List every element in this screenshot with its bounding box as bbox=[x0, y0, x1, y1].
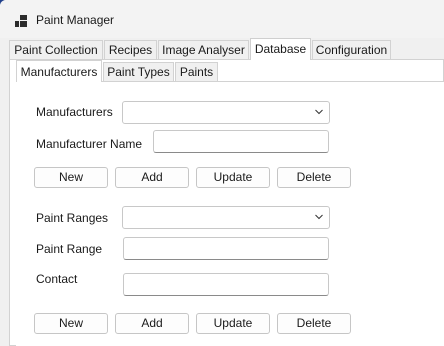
app-windows-icon bbox=[15, 15, 27, 27]
manufacturer-add-button[interactable]: Add bbox=[115, 167, 189, 188]
subtab-manufacturers[interactable]: Manufacturers bbox=[16, 60, 102, 82]
window-title: Paint Manager bbox=[36, 13, 115, 27]
manufacturer-update-button[interactable]: Update bbox=[196, 167, 270, 188]
paint-range-new-button[interactable]: New bbox=[34, 313, 108, 334]
manufacturers-combobox[interactable] bbox=[122, 101, 330, 124]
manufacturer-name-input[interactable] bbox=[153, 130, 329, 153]
manufacturer-delete-button[interactable]: Delete bbox=[277, 167, 351, 188]
app-window: Paint Manager Paint Collection Recipes I… bbox=[0, 0, 444, 346]
manufacturer-new-button[interactable]: New bbox=[34, 167, 108, 188]
subtab-paints[interactable]: Paints bbox=[175, 62, 218, 81]
chevron-down-icon bbox=[315, 214, 323, 220]
paint-ranges-label: Paint Ranges bbox=[36, 211, 109, 225]
tab-recipes[interactable]: Recipes bbox=[104, 40, 157, 59]
tab-database[interactable]: Database bbox=[250, 38, 311, 60]
subtab-paint-types[interactable]: Paint Types bbox=[103, 62, 174, 81]
contact-label: Contact bbox=[36, 272, 78, 286]
paint-range-update-button[interactable]: Update bbox=[196, 313, 270, 334]
title-bar[interactable]: Paint Manager bbox=[0, 0, 444, 38]
tab-paint-collection[interactable]: Paint Collection bbox=[9, 40, 103, 59]
contact-input[interactable] bbox=[123, 273, 329, 296]
tab-image-analyser[interactable]: Image Analyser bbox=[158, 40, 249, 59]
manufacturers-panel: Manufacturers Manufacturer Name New Add … bbox=[16, 81, 444, 346]
paint-ranges-combobox[interactable] bbox=[122, 206, 330, 229]
database-tab-panel: Manufacturers Paint Types Paints Manufac… bbox=[9, 59, 444, 346]
manufacturer-name-label: Manufacturer Name bbox=[36, 137, 143, 151]
manufacturers-label: Manufacturers bbox=[36, 105, 113, 119]
paint-range-input[interactable] bbox=[123, 237, 329, 260]
paint-range-label: Paint Range bbox=[36, 242, 103, 256]
paint-range-delete-button[interactable]: Delete bbox=[277, 313, 351, 334]
chevron-down-icon bbox=[315, 109, 323, 115]
tab-configuration[interactable]: Configuration bbox=[312, 40, 391, 59]
paint-range-add-button[interactable]: Add bbox=[115, 313, 189, 334]
